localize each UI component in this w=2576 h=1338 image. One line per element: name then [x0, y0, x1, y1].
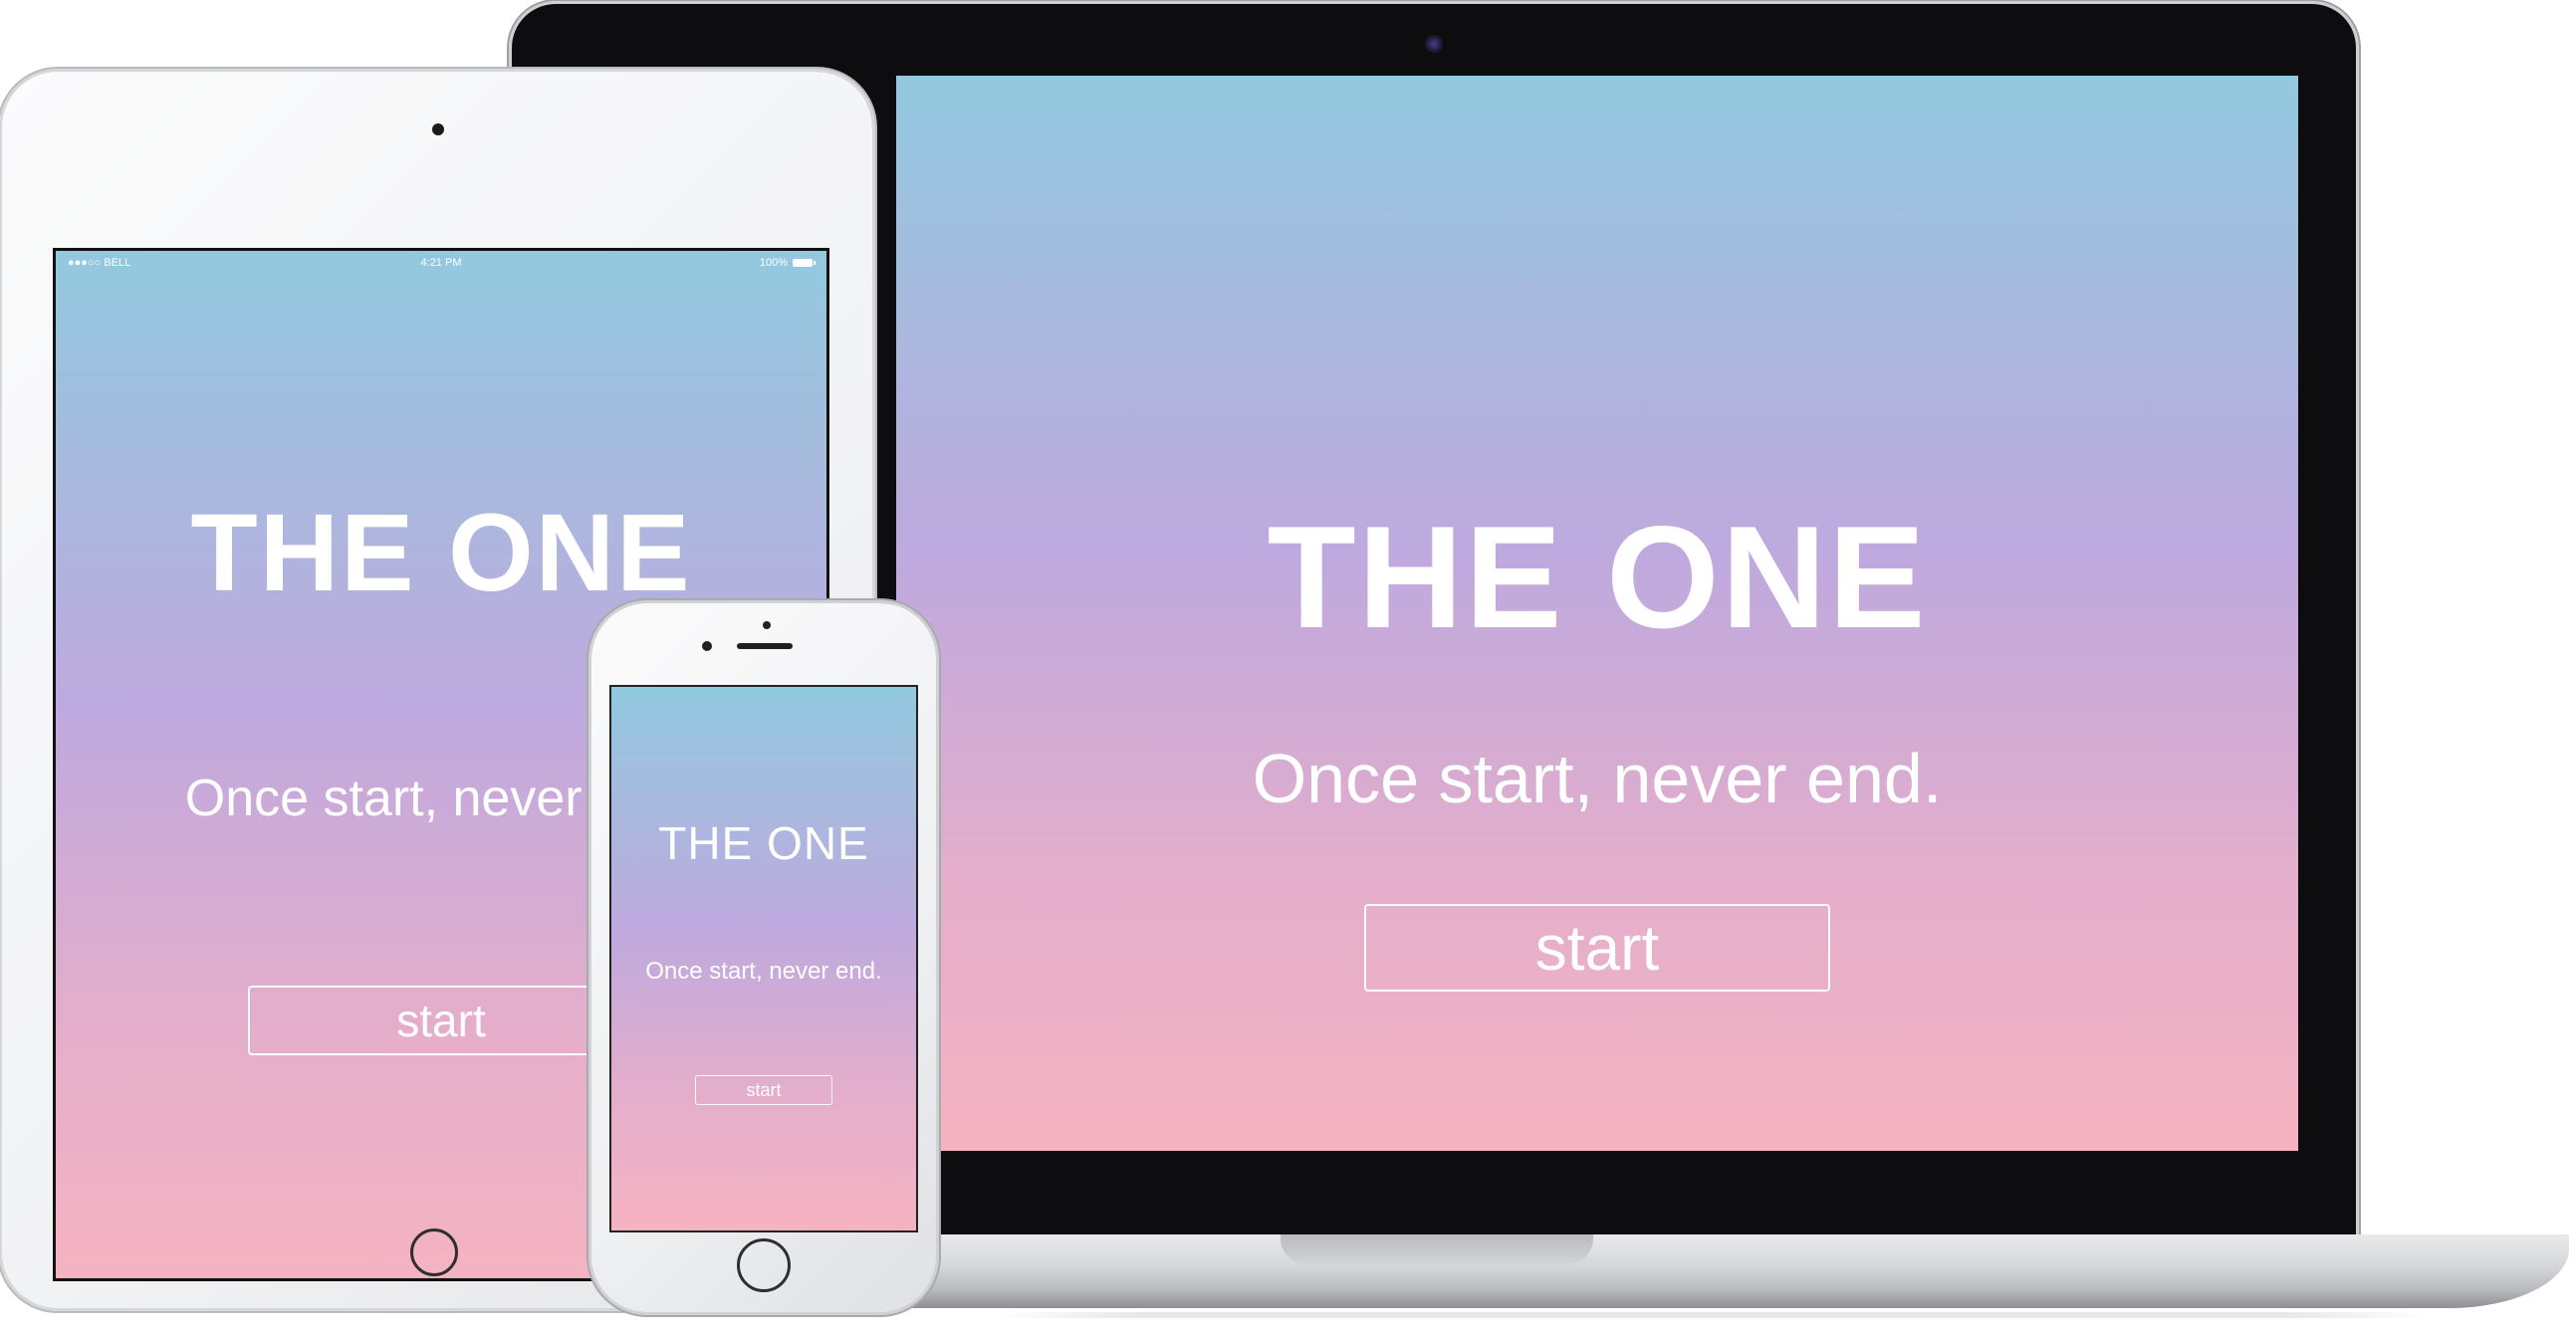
battery-status: 100%: [759, 257, 816, 269]
carrier-label: ●●●○○ BELL: [68, 257, 131, 269]
start-button[interactable]: start: [1364, 904, 1830, 992]
tablet-camera-icon: [432, 123, 444, 135]
phone-camera-icon: [763, 621, 771, 629]
battery-label: 100%: [759, 257, 788, 269]
app-tagline: Once start, never end.: [1252, 740, 1943, 817]
phone-device: THE ONE Once start, never end. start: [591, 603, 936, 1312]
phone-sensor-icon: [702, 641, 712, 651]
laptop-screen: THE ONE Once start, never end. start: [896, 76, 2298, 1151]
status-bar: ●●●○○ BELL 4:21 PM 100%: [56, 251, 826, 275]
home-button[interactable]: [737, 1238, 791, 1292]
app-title: THE ONE: [1267, 496, 1928, 658]
device-mockup-scene: THE ONE Once start, never end. start ●●●…: [0, 0, 2576, 1338]
app-tagline: Once start, never end.: [645, 958, 882, 985]
status-time: 4:21 PM: [420, 257, 462, 269]
app-title: THE ONE: [658, 817, 869, 869]
home-button[interactable]: [410, 1228, 458, 1276]
phone-screen: THE ONE Once start, never end. start: [611, 687, 916, 1230]
laptop-notch: [1281, 1234, 1593, 1264]
laptop-camera-icon: [1425, 35, 1443, 53]
battery-icon: [793, 259, 816, 267]
start-button[interactable]: start: [695, 1075, 832, 1105]
laptop-shadow: [996, 1312, 2430, 1318]
laptop-base: [866, 1234, 2569, 1308]
start-button[interactable]: start: [248, 986, 634, 1055]
phone-speaker: [737, 643, 793, 649]
app-title: THE ONE: [190, 492, 692, 614]
